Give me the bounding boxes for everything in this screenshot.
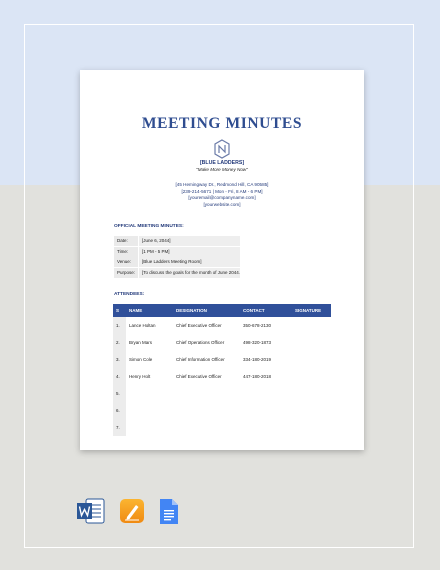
attendee-name [126,385,173,402]
company-name: [BLUE LADDERS] [199,160,245,166]
column-header: CONTACT [243,308,265,313]
phone-line: [239-214-5671 | Mon - Fri, 8 AM - 6 PM] [181,188,263,194]
info-row-venue: Venue: [Blue Ladders Meeting Room] [114,257,240,267]
table-row: 4. Henry Holt Chief Executive Officer 44… [113,368,331,385]
table-header: S No. NAME DESIGNATION CONTACT SIGNATURE [113,304,331,326]
attendees-table: S No. NAME DESIGNATION CONTACT SIGNATURE… [113,304,331,436]
attendee-name [126,419,173,436]
info-value: [1 PM - 5 PM] [139,246,240,257]
document-title: MEETING MINUTES [141,115,303,132]
attendee-signature [292,368,331,385]
attendee-contact [240,402,292,419]
address-line: [45 Hemingway Dr., Redmond Hill, CA 9058… [175,182,269,187]
info-label: Date: [114,236,138,246]
word-icon[interactable] [77,498,105,524]
info-value: [To discuss the goals for the month of J… [139,267,240,278]
info-row-date: Date: [June 6, 2044] [114,236,240,246]
attendee-name: Simon Cole [129,357,153,362]
table-row: 5. [113,385,331,402]
attendee-designation: Chief Information Officer [176,357,225,362]
attendees-heading: ATTENDEES: [114,292,145,297]
row-number: 2. [113,334,126,351]
pages-icon[interactable] [119,498,145,524]
document-page: MEETING MINUTES [BLUE LADDERS] "Make Mor… [80,70,364,450]
info-row-time: Time: [1 PM - 5 PM] [114,246,240,257]
table-row: 1. Lance Holtan Chief Executive Officer … [113,317,331,334]
row-number: 6. [113,402,126,419]
attendee-designation: Chief Operations Officer [176,340,225,345]
info-value: [Blue Ladders Meeting Room] [139,257,240,267]
attendee-signature [292,351,331,368]
attendee-name: Lance Holtan [129,323,156,328]
info-label: Time: [114,246,138,257]
attendee-designation: Chief Executive Officer [176,323,222,328]
attendee-contact: 447-180-2018 [243,374,272,379]
column-header: NAME [129,308,143,313]
row-number: 3. [113,351,126,368]
attendee-designation [173,402,240,419]
table-row: 3. Simon Cole Chief Information Officer … [113,351,331,368]
attendee-contact: 334-180-2019 [243,357,272,362]
table-row: 6. [113,402,331,419]
company-logo-icon [214,139,230,159]
attendee-designation: Chief Executive Officer [176,374,222,379]
row-number: 1. [113,317,126,334]
row-number: 7. [113,419,126,436]
company-tagline: "Make More Money Now" [196,167,248,172]
row-number: 4. [113,368,126,385]
attendee-name: Bryan Mars [129,340,153,345]
attendee-contact [240,419,292,436]
attendee-signature [292,402,331,419]
attendee-contact: 498-320-1873 [243,340,272,345]
info-value: [June 6, 2044] [139,236,240,246]
attendee-designation [173,419,240,436]
email-line: [youremail@companyname.com] [188,195,256,200]
info-row-purpose: Purpose: [To discuss the goals for the m… [114,267,240,278]
google-docs-icon[interactable] [159,498,179,525]
attendee-designation [173,385,240,402]
format-icons [0,498,440,528]
attendee-signature [292,419,331,436]
table-row: 2. Bryan Mars Chief Operations Officer 4… [113,334,331,351]
column-header: SIGNATURE [295,308,322,313]
attendee-name: Henry Holt [129,374,151,379]
official-minutes-heading: OFFICIAL MEETING MINUTES: [114,224,184,229]
attendee-signature [292,334,331,351]
meeting-info-table: Date: [June 6, 2044] Time: [1 PM - 5 PM]… [114,236,240,278]
attendee-signature [292,317,331,334]
column-header: S No. [116,308,123,326]
attendee-contact [240,385,292,402]
website-line: [yourwebsite.com] [203,201,241,207]
attendee-contact: 350-678-2130 [243,323,272,328]
info-label: Purpose: [114,267,138,278]
column-header: DESIGNATION [176,308,207,313]
info-label: Venue: [114,257,138,267]
row-number: 5. [113,385,126,402]
attendee-signature [292,385,331,402]
attendee-name [126,402,173,419]
table-row: 7. [113,419,331,436]
